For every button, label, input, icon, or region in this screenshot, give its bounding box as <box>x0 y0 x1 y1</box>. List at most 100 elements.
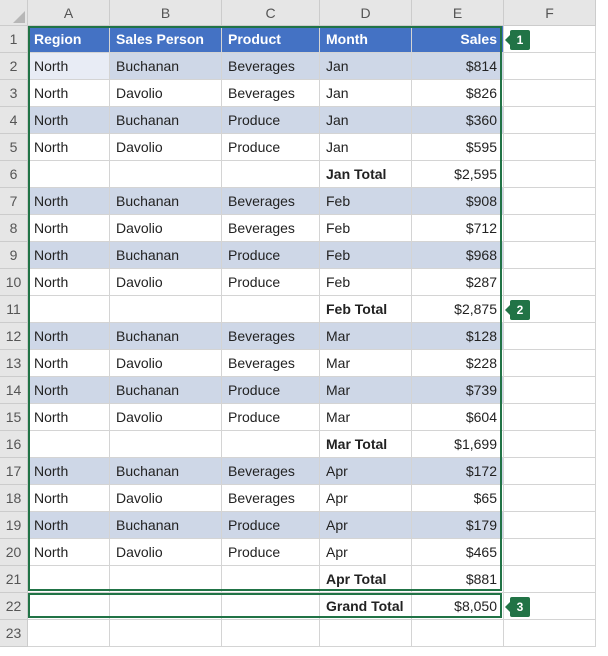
row-header-13[interactable]: 13 <box>0 350 28 377</box>
cell-empty[interactable] <box>222 593 320 620</box>
cell-product[interactable]: Produce <box>222 269 320 296</box>
col-header-E[interactable]: E <box>412 0 504 26</box>
subtotal-label[interactable]: Jan Total <box>320 161 412 188</box>
empty-cell[interactable] <box>320 620 412 647</box>
cell-sales[interactable]: $360 <box>412 107 504 134</box>
header-cell[interactable]: Sales <box>412 26 504 53</box>
subtotal-label[interactable]: Apr Total <box>320 566 412 593</box>
cell-month[interactable]: Mar <box>320 377 412 404</box>
cell-sales[interactable]: $968 <box>412 242 504 269</box>
cell-month[interactable]: Jan <box>320 134 412 161</box>
cell-sales[interactable]: $826 <box>412 80 504 107</box>
empty-cell[interactable] <box>504 350 596 377</box>
cell-month[interactable]: Feb <box>320 242 412 269</box>
cell-month[interactable]: Apr <box>320 458 412 485</box>
row-header-19[interactable]: 19 <box>0 512 28 539</box>
cell-empty[interactable] <box>110 431 222 458</box>
cell-region[interactable]: North <box>28 404 110 431</box>
row-header-18[interactable]: 18 <box>0 485 28 512</box>
cell-month[interactable]: Mar <box>320 350 412 377</box>
empty-cell[interactable] <box>504 269 596 296</box>
cell-product[interactable]: Beverages <box>222 350 320 377</box>
cell-product[interactable]: Beverages <box>222 458 320 485</box>
col-header-A[interactable]: A <box>28 0 110 26</box>
cell-person[interactable]: Buchanan <box>110 53 222 80</box>
cell-empty[interactable] <box>28 431 110 458</box>
empty-cell[interactable] <box>504 377 596 404</box>
cell-product[interactable]: Beverages <box>222 80 320 107</box>
row-header-12[interactable]: 12 <box>0 323 28 350</box>
header-cell[interactable]: Product <box>222 26 320 53</box>
cell-empty[interactable] <box>110 296 222 323</box>
cell-product[interactable]: Beverages <box>222 53 320 80</box>
cell-person[interactable]: Davolio <box>110 269 222 296</box>
row-header-14[interactable]: 14 <box>0 377 28 404</box>
cell-sales[interactable]: $65 <box>412 485 504 512</box>
cell-product[interactable]: Beverages <box>222 323 320 350</box>
row-header-5[interactable]: 5 <box>0 134 28 161</box>
row-header-23[interactable]: 23 <box>0 620 28 647</box>
subtotal-value[interactable]: $1,699 <box>412 431 504 458</box>
cell-region[interactable]: North <box>28 512 110 539</box>
cell-product[interactable]: Produce <box>222 242 320 269</box>
cell-product[interactable]: Beverages <box>222 188 320 215</box>
row-header-11[interactable]: 11 <box>0 296 28 323</box>
cell-sales[interactable]: $128 <box>412 323 504 350</box>
cell-region[interactable]: North <box>28 458 110 485</box>
cell-month[interactable]: Mar <box>320 404 412 431</box>
cell-region[interactable]: North <box>28 242 110 269</box>
cell-region[interactable]: North <box>28 188 110 215</box>
cell-person[interactable]: Buchanan <box>110 512 222 539</box>
cell-region[interactable]: North <box>28 107 110 134</box>
cell-person[interactable]: Davolio <box>110 485 222 512</box>
empty-cell[interactable] <box>504 215 596 242</box>
subtotal-value[interactable]: $881 <box>412 566 504 593</box>
row-header-4[interactable]: 4 <box>0 107 28 134</box>
col-header-D[interactable]: D <box>320 0 412 26</box>
cell-month[interactable]: Feb <box>320 269 412 296</box>
subtotal-label[interactable]: Feb Total <box>320 296 412 323</box>
empty-cell[interactable] <box>412 620 504 647</box>
cell-region[interactable]: North <box>28 539 110 566</box>
cell-product[interactable]: Produce <box>222 107 320 134</box>
empty-cell[interactable] <box>504 566 596 593</box>
row-header-9[interactable]: 9 <box>0 242 28 269</box>
cell-sales[interactable]: $465 <box>412 539 504 566</box>
cell-region[interactable]: North <box>28 269 110 296</box>
cell-person[interactable]: Davolio <box>110 350 222 377</box>
empty-cell[interactable] <box>504 323 596 350</box>
row-header-1[interactable]: 1 <box>0 26 28 53</box>
row-header-6[interactable]: 6 <box>0 161 28 188</box>
empty-cell[interactable] <box>504 188 596 215</box>
cell-person[interactable]: Davolio <box>110 80 222 107</box>
header-cell[interactable]: Sales Person <box>110 26 222 53</box>
cell-sales[interactable]: $908 <box>412 188 504 215</box>
cell-month[interactable]: Feb <box>320 188 412 215</box>
cell-person[interactable]: Buchanan <box>110 188 222 215</box>
cell-empty[interactable] <box>110 593 222 620</box>
empty-cell[interactable] <box>504 107 596 134</box>
cell-product[interactable]: Beverages <box>222 215 320 242</box>
empty-cell[interactable] <box>504 242 596 269</box>
spreadsheet[interactable]: ABCDEF 123456789101112131415161718192021… <box>0 0 608 656</box>
cell-empty[interactable] <box>28 566 110 593</box>
cell-month[interactable]: Jan <box>320 107 412 134</box>
cell-product[interactable]: Beverages <box>222 485 320 512</box>
cell-sales[interactable]: $739 <box>412 377 504 404</box>
cell-product[interactable]: Produce <box>222 377 320 404</box>
empty-cell[interactable] <box>504 485 596 512</box>
grid[interactable]: RegionSales PersonProductMonthSalesNorth… <box>28 26 596 647</box>
cell-region[interactable]: North <box>28 215 110 242</box>
cell-sales[interactable]: $179 <box>412 512 504 539</box>
cell-region[interactable]: North <box>28 377 110 404</box>
cell-empty[interactable] <box>28 161 110 188</box>
cell-person[interactable]: Buchanan <box>110 458 222 485</box>
cell-empty[interactable] <box>222 566 320 593</box>
cell-month[interactable]: Apr <box>320 539 412 566</box>
empty-cell[interactable] <box>504 431 596 458</box>
cell-month[interactable]: Apr <box>320 512 412 539</box>
row-headers[interactable]: 1234567891011121314151617181920212223 <box>0 26 28 647</box>
select-all-corner[interactable] <box>0 0 28 26</box>
empty-cell[interactable] <box>504 512 596 539</box>
grandtotal-value[interactable]: $8,050 <box>412 593 504 620</box>
